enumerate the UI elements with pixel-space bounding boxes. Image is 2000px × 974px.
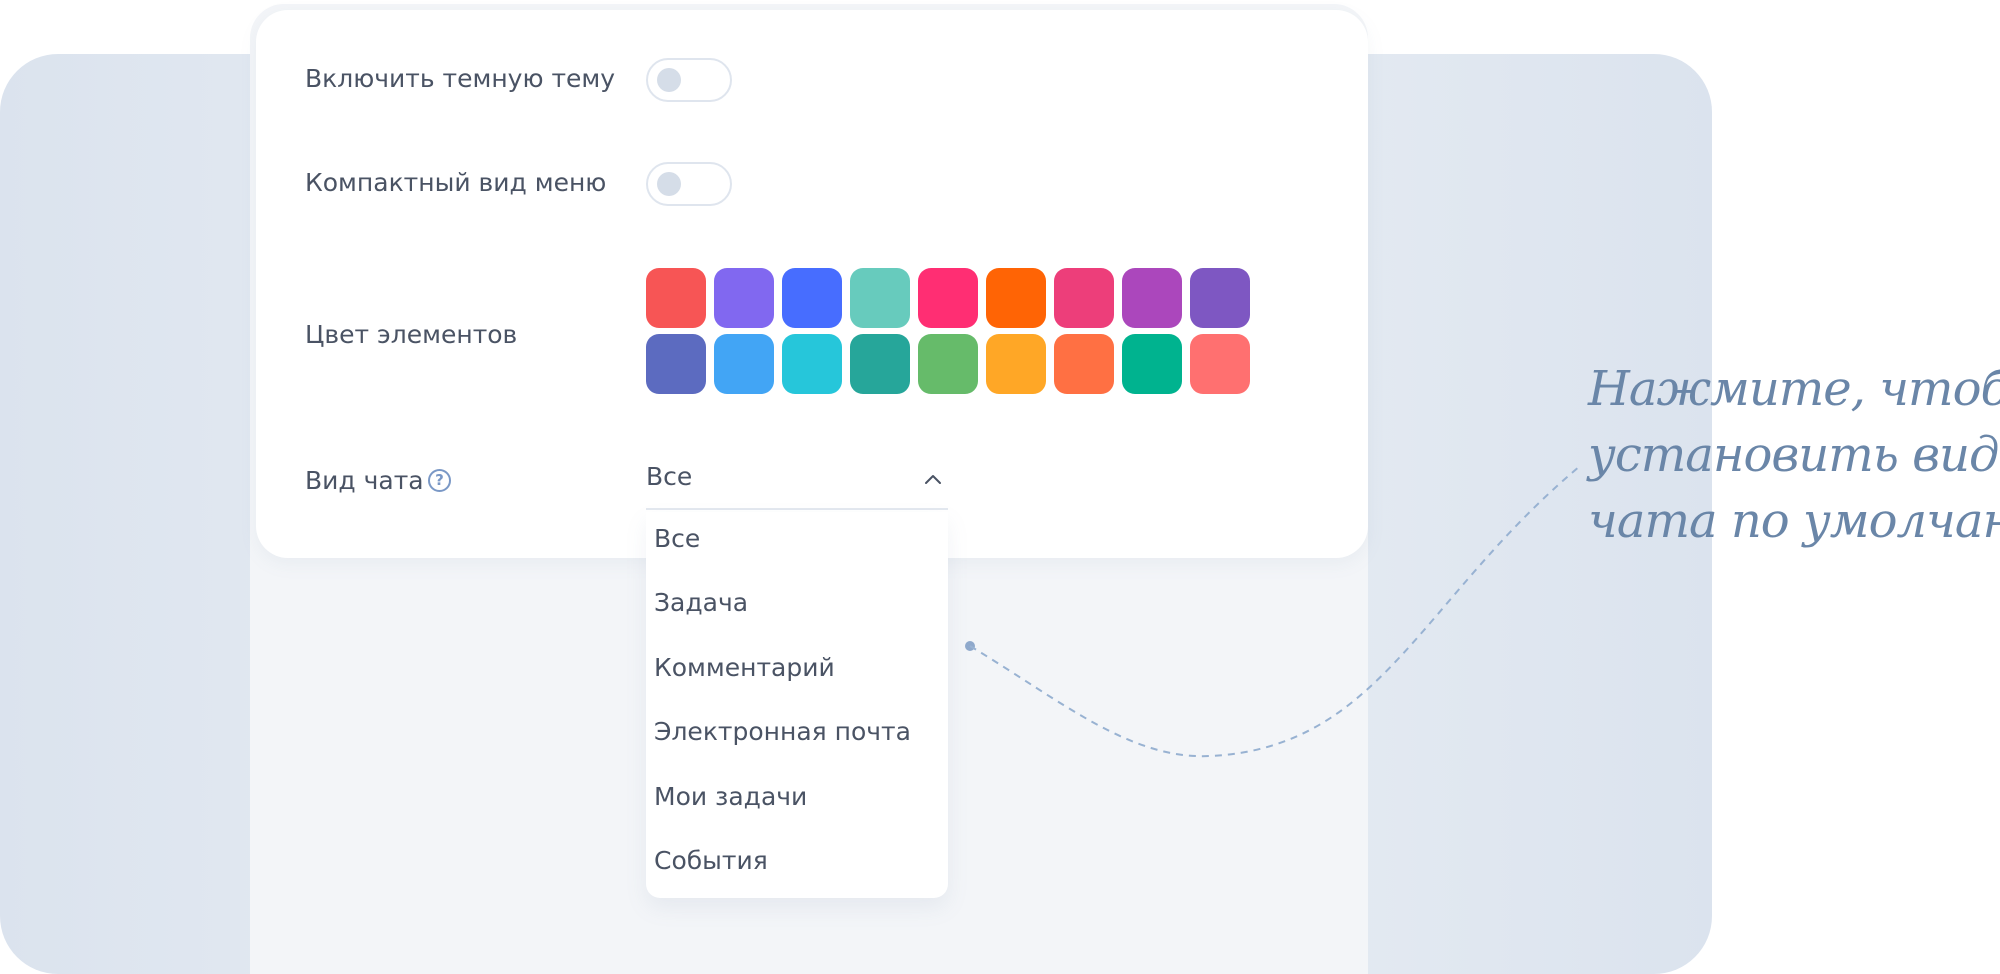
color-swatch-16[interactable] xyxy=(1054,334,1114,394)
toggle-knob xyxy=(657,172,681,196)
dropdown-option-task[interactable]: Задача xyxy=(654,588,748,617)
dropdown-option-comment[interactable]: Комментарий xyxy=(654,653,835,682)
annotation-text: Нажмите, чтобы установить вид чата по ум… xyxy=(1588,356,2000,554)
color-swatch-2[interactable] xyxy=(714,268,774,328)
dropdown-option-my-tasks[interactable]: Мои задачи xyxy=(654,782,807,811)
compact-menu-label: Компактный вид меню xyxy=(305,168,607,197)
help-icon[interactable]: ? xyxy=(428,469,451,492)
color-swatch-8[interactable] xyxy=(1122,268,1182,328)
chat-view-dropdown: Все Задача Комментарий Электронная почта… xyxy=(646,512,948,898)
chat-view-label: Вид чата xyxy=(305,466,424,495)
color-swatch-1[interactable] xyxy=(646,268,706,328)
color-swatch-13[interactable] xyxy=(850,334,910,394)
color-swatch-10[interactable] xyxy=(646,334,706,394)
color-swatch-17[interactable] xyxy=(1122,334,1182,394)
color-swatch-3[interactable] xyxy=(782,268,842,328)
color-swatch-7[interactable] xyxy=(1054,268,1114,328)
toggle-knob xyxy=(657,68,681,92)
chevron-up-icon xyxy=(925,475,941,484)
annotation-line: чата по умолчанию xyxy=(1588,493,2000,549)
color-swatch-12[interactable] xyxy=(782,334,842,394)
color-swatch-14[interactable] xyxy=(918,334,978,394)
dropdown-option-email[interactable]: Электронная почта xyxy=(654,717,911,746)
color-swatch-5[interactable] xyxy=(918,268,978,328)
chat-view-select[interactable]: Все xyxy=(646,458,948,510)
annotation-line: Нажмите, чтобы xyxy=(1588,361,2000,417)
color-swatch-11[interactable] xyxy=(714,334,774,394)
color-swatch-9[interactable] xyxy=(1190,268,1250,328)
color-swatch-6[interactable] xyxy=(986,268,1046,328)
color-swatch-grid xyxy=(646,268,1256,394)
dropdown-option-all[interactable]: Все xyxy=(654,524,700,553)
color-swatch-15[interactable] xyxy=(986,334,1046,394)
dropdown-option-events[interactable]: События xyxy=(654,846,768,875)
color-swatch-18[interactable] xyxy=(1190,334,1250,394)
color-swatch-4[interactable] xyxy=(850,268,910,328)
dark-theme-toggle[interactable] xyxy=(646,58,732,102)
element-color-label: Цвет элементов xyxy=(305,320,518,349)
dark-theme-label: Включить темную тему xyxy=(305,64,616,93)
compact-menu-toggle[interactable] xyxy=(646,162,732,206)
annotation-line: установить вид xyxy=(1588,427,1999,483)
chat-view-selected-value: Все xyxy=(646,462,693,491)
